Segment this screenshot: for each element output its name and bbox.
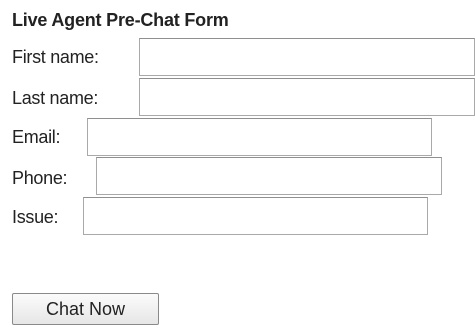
phone-label: Phone: [12, 168, 68, 188]
issue-field[interactable] [83, 197, 428, 235]
first-name-label: First name: [12, 47, 99, 67]
first-name-field[interactable] [139, 38, 475, 76]
email-label: Email: [12, 127, 61, 147]
issue-label: Issue: [12, 207, 59, 227]
phone-field[interactable] [96, 157, 442, 195]
chat-now-button[interactable]: Chat Now [12, 293, 159, 325]
form-title: Live Agent Pre-Chat Form [12, 10, 229, 30]
last-name-field[interactable] [139, 78, 475, 116]
email-field[interactable] [87, 118, 432, 156]
last-name-label: Last name: [12, 88, 99, 108]
